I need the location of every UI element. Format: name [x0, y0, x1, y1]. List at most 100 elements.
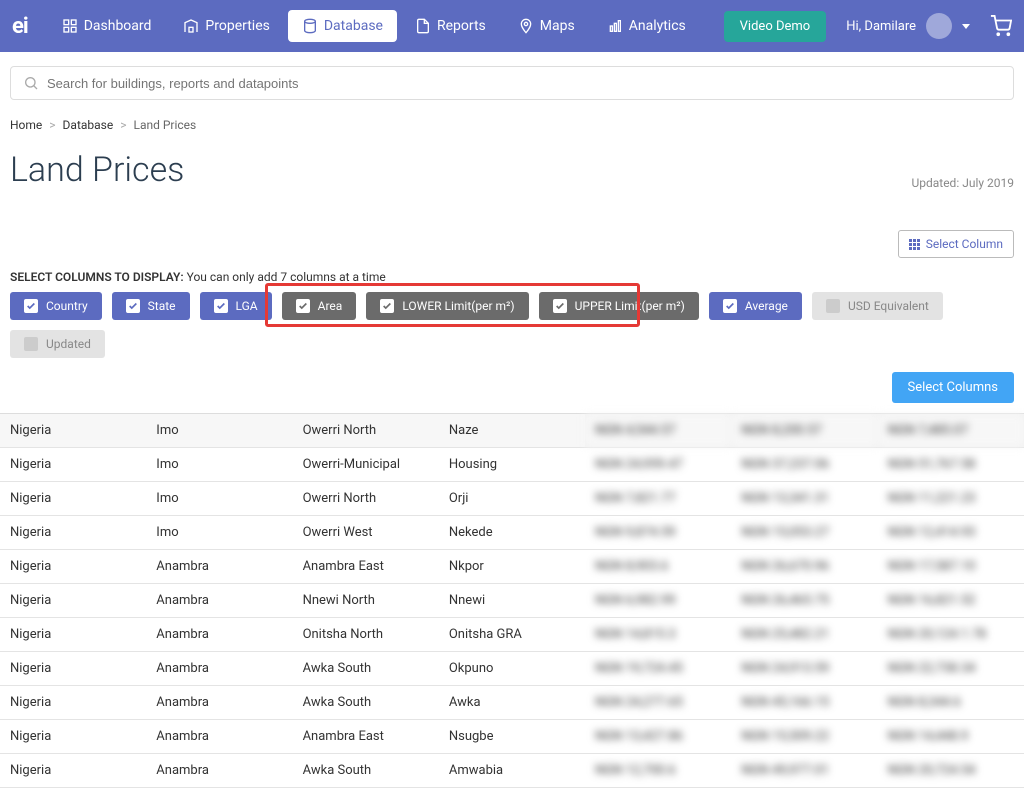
breadcrumb-sep: >: [49, 118, 55, 132]
cell-upper: NGN 49,977.01: [731, 754, 877, 788]
nav-properties[interactable]: Properties: [169, 10, 283, 42]
select-column-button[interactable]: Select Column: [898, 230, 1014, 258]
column-selector-panel: SELECT COLUMNS TO DISPLAY: You can only …: [0, 264, 1024, 368]
search-input[interactable]: [47, 76, 1001, 91]
cell-area: Awka: [439, 686, 585, 720]
cell-state: Anambra: [146, 720, 292, 754]
cell-upper: NGN 45,166.15: [731, 686, 877, 720]
chip-label: State: [148, 299, 176, 313]
table-row: NigeriaAnambraAwka SouthOkpunoNGN 19,724…: [0, 652, 1024, 686]
cell-upper: NGN 15,053.27: [731, 516, 877, 550]
chip-label: Country: [46, 299, 88, 313]
chip-average[interactable]: Average: [709, 292, 802, 320]
cell-area: Onitsha GRA: [439, 618, 585, 652]
cell-area: Nekede: [439, 516, 585, 550]
page-title: Land Prices: [10, 150, 184, 190]
video-demo-button[interactable]: Video Demo: [724, 11, 827, 42]
caret-down-icon: [962, 24, 970, 29]
title-row: Land Prices Updated: July 2019: [0, 136, 1024, 200]
checkbox-icon: [24, 299, 38, 313]
chip-label: USD Equivalent: [848, 299, 929, 313]
breadcrumb-database[interactable]: Database: [63, 118, 114, 132]
cell-area: Nsugbe: [439, 720, 585, 754]
analytics-icon: [607, 18, 623, 34]
user-menu[interactable]: Hi, Damilare: [846, 13, 1012, 39]
cell-lower: NGN 6,982.99: [585, 584, 731, 618]
nav-reports[interactable]: Reports: [401, 10, 500, 42]
chip-lga[interactable]: LGA: [200, 292, 272, 320]
cell-lower: NGN 12,700.6: [585, 754, 731, 788]
cell-area: Nkpor: [439, 550, 585, 584]
nav-items: Dashboard Properties Database Reports Ma…: [48, 10, 724, 42]
chip-state[interactable]: State: [112, 292, 190, 320]
table-row: NigeriaAnambraAwka SouthAwkaNGN 24,277.6…: [0, 686, 1024, 720]
checkbox-icon: [24, 337, 38, 351]
nav-dashboard[interactable]: Dashboard: [48, 10, 166, 42]
select-columns-button[interactable]: Select Columns: [892, 372, 1014, 403]
chip-country[interactable]: Country: [10, 292, 102, 320]
cell-upper: NGN 26,670.96: [731, 550, 877, 584]
cell-average: NGN 16,821.52: [878, 584, 1024, 618]
breadcrumb-current: Land Prices: [133, 118, 196, 132]
search-box[interactable]: [10, 66, 1014, 100]
cell-lga: Owerri North: [293, 414, 439, 448]
cell-area: Orji: [439, 482, 585, 516]
table-row: NigeriaImoOwerri WestNekedeNGN 9,874.59N…: [0, 516, 1024, 550]
grid-icon: [909, 239, 920, 250]
table-row: NigeriaImoOwerri NorthNazeNGN 4,544.57NG…: [0, 414, 1024, 448]
cell-state: Anambra: [146, 584, 292, 618]
cell-country: Nigeria: [0, 482, 146, 516]
chip-updated[interactable]: Updated: [10, 330, 105, 358]
breadcrumb-home[interactable]: Home: [10, 118, 42, 132]
cell-country: Nigeria: [0, 652, 146, 686]
nav-database[interactable]: Database: [288, 10, 397, 42]
cell-upper: NGN 24,913.59: [731, 652, 877, 686]
chip-label: Updated: [46, 337, 91, 351]
cell-state: Anambra: [146, 754, 292, 788]
cell-area: Okpuno: [439, 652, 585, 686]
select-column-row: Select Column: [0, 200, 1024, 264]
table-row: NigeriaImoOwerri NorthOrjiNGN 7,821.77NG…: [0, 482, 1024, 516]
breadcrumb: Home > Database > Land Prices: [0, 108, 1024, 136]
dashboard-icon: [62, 18, 78, 34]
cell-average: NGN 51,767.58: [878, 448, 1024, 482]
cell-lga: Anambra East: [293, 720, 439, 754]
cell-lga: Owerri West: [293, 516, 439, 550]
cell-lower: NGN 24,959.47: [585, 448, 731, 482]
cell-lower: NGN 19,724.45: [585, 652, 731, 686]
chip-area[interactable]: Area: [282, 292, 357, 320]
cell-country: Nigeria: [0, 754, 146, 788]
nav-maps[interactable]: Maps: [504, 10, 589, 42]
cell-country: Nigeria: [0, 448, 146, 482]
checkbox-icon: [723, 299, 737, 313]
cell-country: Nigeria: [0, 414, 146, 448]
cell-upper: NGN 13,341.31: [731, 482, 877, 516]
cell-country: Nigeria: [0, 618, 146, 652]
cell-lower: NGN 7,821.77: [585, 482, 731, 516]
cell-country: Nigeria: [0, 584, 146, 618]
reports-icon: [415, 18, 431, 34]
chip-label: Average: [745, 299, 788, 313]
cell-lga: Onitsha North: [293, 618, 439, 652]
chip-lower[interactable]: LOWER Limit(per m²): [366, 292, 528, 320]
cell-upper: NGN 25,482.21: [731, 618, 877, 652]
cell-lga: Awka South: [293, 686, 439, 720]
chip-usd[interactable]: USD Equivalent: [812, 292, 943, 320]
cell-state: Imo: [146, 516, 292, 550]
cell-average: NGN 12,414.93: [878, 516, 1024, 550]
cell-upper: NGN 8,200.57: [731, 414, 877, 448]
cell-average: NGN 22,738.34: [878, 652, 1024, 686]
table-row: NigeriaAnambraAnambra EastNsugbeNGN 13,4…: [0, 720, 1024, 754]
chip-label: LOWER Limit(per m²): [402, 299, 514, 313]
nav-label: Analytics: [629, 18, 686, 34]
nav-analytics[interactable]: Analytics: [593, 10, 700, 42]
cell-state: Anambra: [146, 618, 292, 652]
cart-icon[interactable]: [990, 15, 1012, 37]
cell-state: Imo: [146, 414, 292, 448]
cell-lga: Owerri North: [293, 482, 439, 516]
cell-average: NGN 11,221.23: [878, 482, 1024, 516]
cell-lga: Nnewi North: [293, 584, 439, 618]
chip-upper[interactable]: UPPER Limit(per m²): [539, 292, 699, 320]
breadcrumb-sep: >: [120, 118, 126, 132]
cell-average: NGN 20,724.54: [878, 754, 1024, 788]
